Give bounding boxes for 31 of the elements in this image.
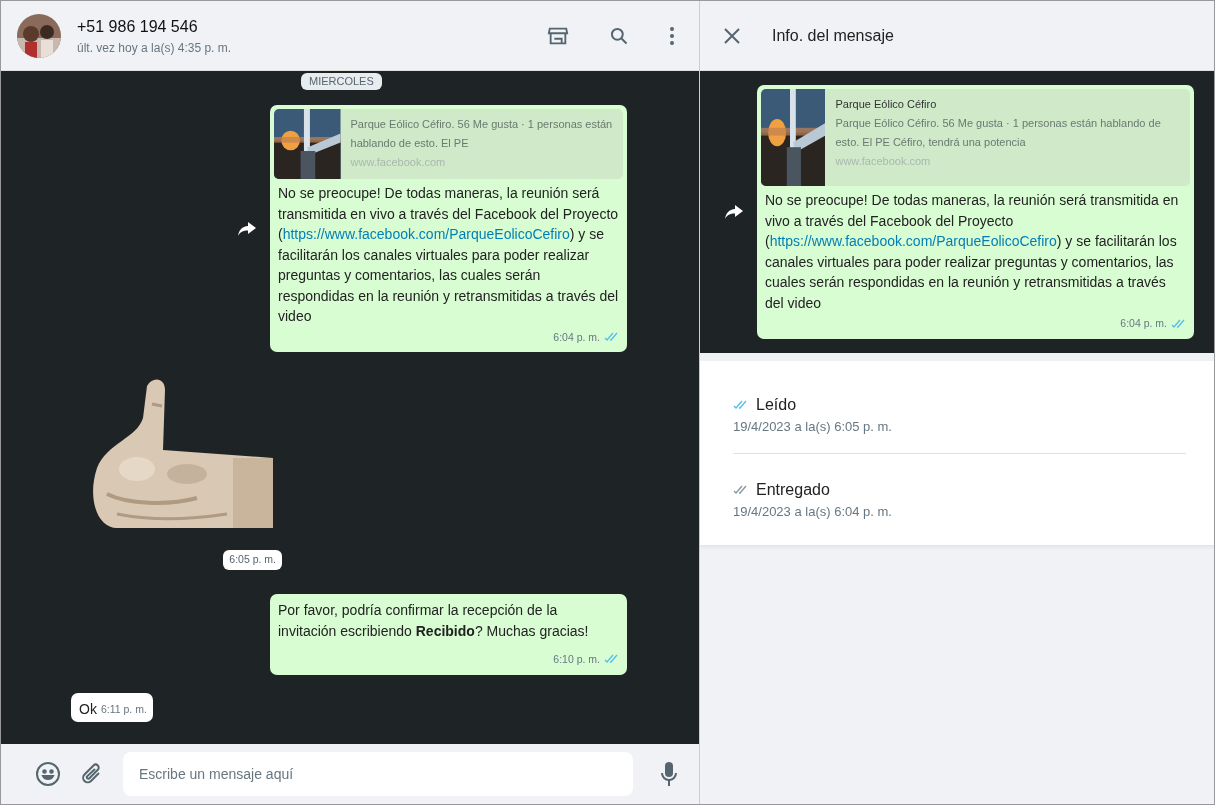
- message-time: 6:11 p. m.: [100, 701, 147, 717]
- message-text: No se preocupe! De todas maneras, la reunión será transmitida en vivo a través del Facebook del Proyecto (https://www.facebook.com/ParqueEolicoCefiro) y se facilitarán los canales virtuales para poder realizar preguntas y comentarios, las cuales serán respondidas en la reunión y retransmitidas a través del video: [278, 184, 619, 327]
- link[interactable]: https://www.facebook.com/ParqueEolicoCefiro: [769, 233, 1057, 250]
- search-icon[interactable]: [609, 25, 629, 46]
- forward-icon[interactable]: [238, 221, 256, 236]
- message-time: 6:10 p. m.: [553, 652, 600, 667]
- emoji-icon[interactable]: [35, 761, 61, 787]
- preview-description: Parque Eólico Céfiro. 56 Me gusta · 1 personas están hablando de esto. El PE: [350, 117, 613, 152]
- microphone-icon[interactable]: [661, 761, 677, 787]
- message-time: 6:04 p. m.: [1120, 316, 1167, 332]
- date-chip: MIERCOLES: [301, 73, 382, 90]
- message-text: Ok: [79, 699, 97, 719]
- preview-title: Parque Eólico Céfiro: [835, 97, 938, 113]
- message-text: No se preocupe! De todas maneras, la reunión será transmitida en vivo a través del Facebook del Proyecto (https://www.facebook.com/ParqueEolicoCefiro) y se facilitarán los canales virtuales para poder realizar preguntas y comentarios, las cuales serán respondidas en la reunión y retransmitidas a través del video: [765, 191, 1180, 313]
- receipt-status: Leído: [756, 395, 797, 415]
- preview-description: Parque Eólico Céfiro. 56 Me gusta · 1 personas están hablando de esto. El PE Céfiro, tendrá una potencia: [835, 116, 1162, 151]
- last-seen-text: últ. vez hoy a la(s) 4:35 p. m.: [77, 39, 233, 57]
- contact-name: +51 986 194 546: [77, 16, 199, 37]
- receipt-date: 19/4/2023 a la(s) 6:04 p. m.: [733, 502, 893, 521]
- link[interactable]: https://www.facebook.com/ParqueEolicoCefiro: [282, 226, 570, 243]
- message-text: Por favor, podría confirmar la recepción de la invitación escribiendo Recibido? Muchas gracias!: [278, 601, 590, 641]
- message-time: 6:05 p. m.: [223, 550, 282, 570]
- panel-title: Info. del mensaje: [772, 25, 894, 46]
- close-icon[interactable]: [724, 27, 740, 44]
- message-time: 6:04 p. m.: [553, 329, 600, 345]
- message-input[interactable]: Escribe un mensaje aquí: [123, 752, 633, 796]
- menu-icon[interactable]: [669, 25, 675, 46]
- receipt-status: Entregado: [756, 479, 830, 500]
- paperclip-icon[interactable]: [81, 762, 103, 786]
- receipt-date: 19/4/2023 a la(s) 6:05 p. m.: [733, 418, 893, 436]
- forward-icon[interactable]: [725, 205, 743, 219]
